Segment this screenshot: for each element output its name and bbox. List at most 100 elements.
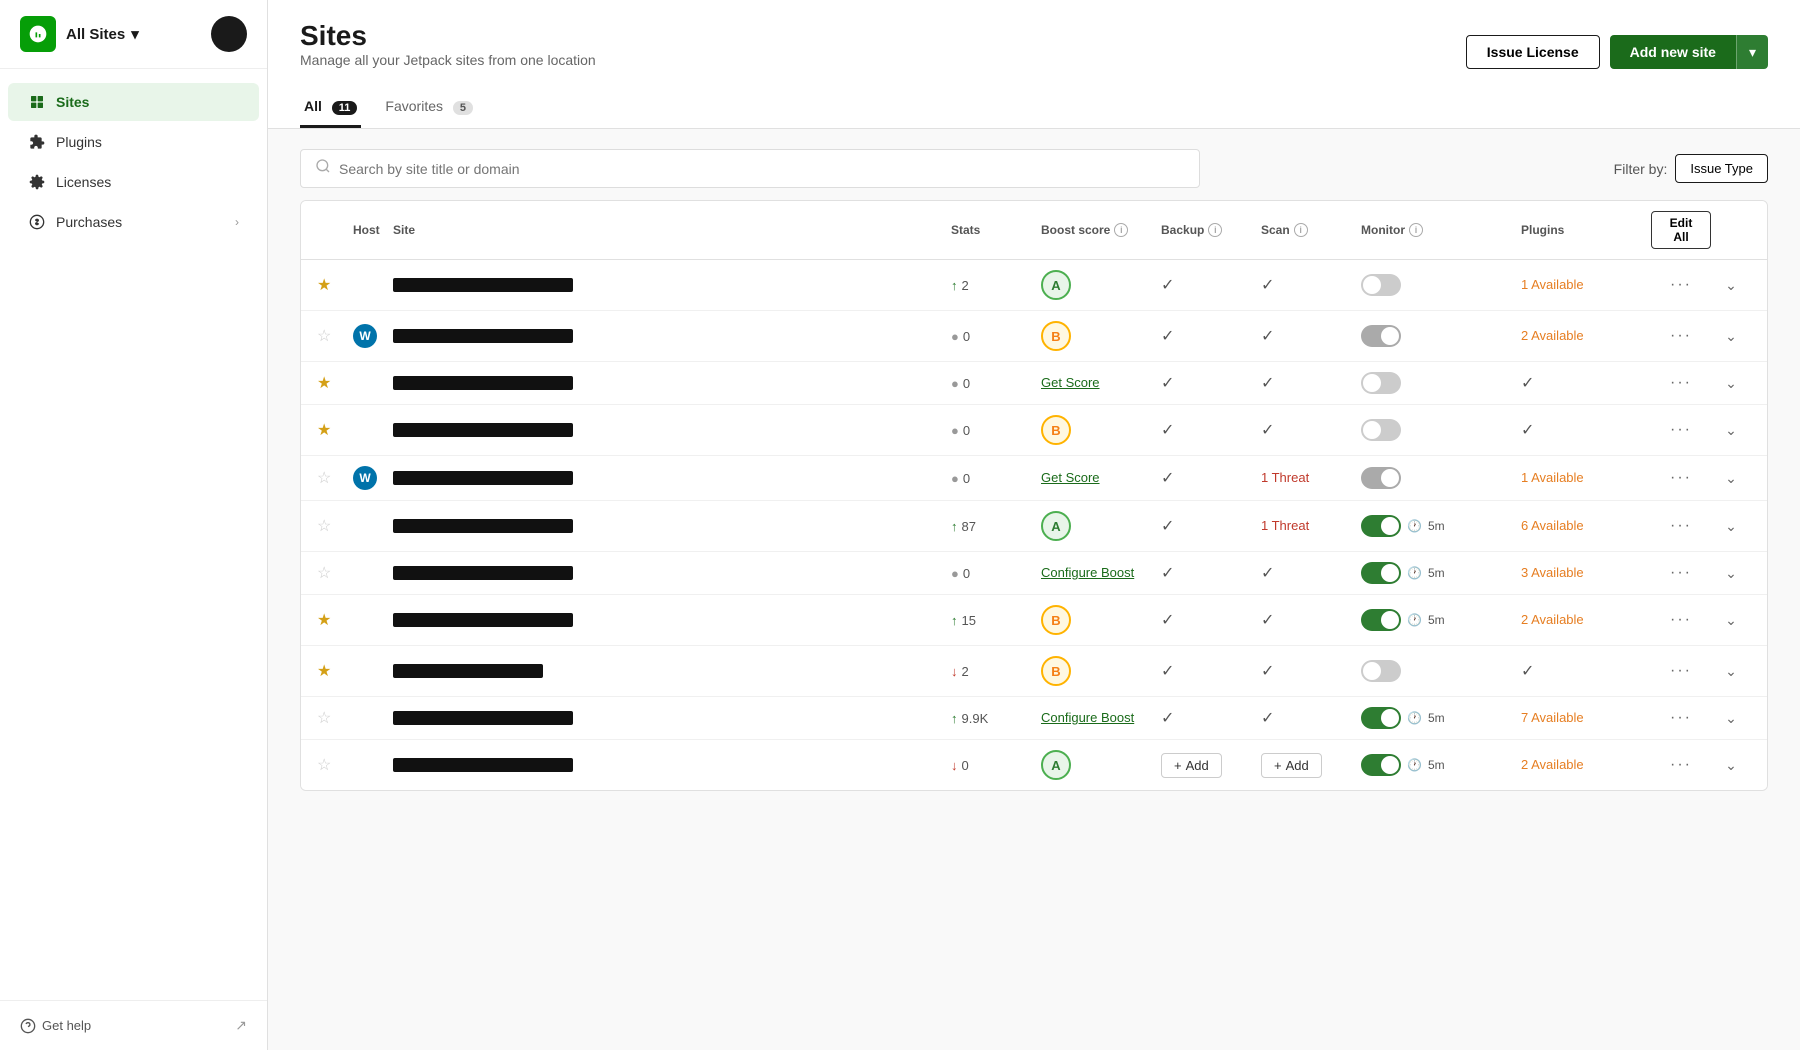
plugins-available-9[interactable]: 7 Available — [1521, 710, 1584, 725]
expand-button-9[interactable]: ⌄ — [1711, 710, 1751, 727]
plugins-available-0[interactable]: 1 Available — [1521, 277, 1584, 292]
star-icon-1[interactable]: ☆ — [317, 326, 353, 346]
site-selector-button[interactable]: All Sites ▾ — [66, 25, 139, 43]
more-button-0[interactable]: ··· — [1651, 276, 1711, 294]
more-button-9[interactable]: ··· — [1651, 709, 1711, 727]
expand-button-4[interactable]: ⌄ — [1711, 470, 1751, 487]
plugins-available-4[interactable]: 1 Available — [1521, 470, 1584, 485]
plugins-available-6[interactable]: 3 Available — [1521, 565, 1584, 580]
monitor-toggle-10[interactable] — [1361, 754, 1401, 776]
star-icon-9[interactable]: ☆ — [317, 708, 353, 728]
star-icon-10[interactable]: ☆ — [317, 755, 353, 775]
monitor-toggle-3[interactable] — [1361, 419, 1401, 441]
issue-license-button[interactable]: Issue License — [1466, 35, 1600, 69]
title-area: Sites Manage all your Jetpack sites from… — [300, 20, 596, 84]
monitor-toggle-9[interactable] — [1361, 707, 1401, 729]
star-icon-3[interactable]: ★ — [317, 420, 353, 440]
monitor-toggle-8[interactable] — [1361, 660, 1401, 682]
boost-link-6[interactable]: Configure Boost — [1041, 565, 1134, 580]
boost-0: A — [1041, 270, 1161, 300]
star-icon-6[interactable]: ☆ — [317, 563, 353, 583]
more-button-4[interactable]: ··· — [1651, 469, 1711, 487]
more-button-10[interactable]: ··· — [1651, 756, 1711, 774]
expand-button-7[interactable]: ⌄ — [1711, 612, 1751, 629]
sidebar-item-licenses[interactable]: Licenses — [8, 163, 259, 201]
monitor-1 — [1361, 325, 1521, 347]
scan-threat-4[interactable]: 1 Threat — [1261, 470, 1309, 485]
stats-1: ●0 — [951, 329, 1041, 344]
monitor-toggle-6[interactable] — [1361, 562, 1401, 584]
boost-1: B — [1041, 321, 1161, 351]
expand-button-6[interactable]: ⌄ — [1711, 565, 1751, 582]
edit-all-button[interactable]: Edit All — [1651, 211, 1711, 249]
filter-button[interactable]: Issue Type — [1675, 154, 1768, 183]
backup-info-icon[interactable]: i — [1208, 223, 1222, 237]
main-header: Sites Manage all your Jetpack sites from… — [268, 0, 1800, 129]
stat-dot-4: ● — [951, 471, 959, 486]
plugins-available-5[interactable]: 6 Available — [1521, 518, 1584, 533]
monitor-time-6: 5m — [1428, 566, 1445, 580]
site-name-3 — [393, 423, 573, 437]
star-icon-5[interactable]: ☆ — [317, 516, 353, 536]
stats-2: ●0 — [951, 376, 1041, 391]
boost-info-icon[interactable]: i — [1114, 223, 1128, 237]
monitor-info-icon[interactable]: i — [1409, 223, 1423, 237]
expand-button-1[interactable]: ⌄ — [1711, 328, 1751, 345]
star-icon-4[interactable]: ☆ — [317, 468, 353, 488]
more-button-8[interactable]: ··· — [1651, 662, 1711, 680]
monitor-2 — [1361, 372, 1521, 394]
add-site-group: Add new site ▾ — [1610, 35, 1768, 69]
get-help-link[interactable]: Get help — [20, 1018, 227, 1034]
expand-button-0[interactable]: ⌄ — [1711, 277, 1751, 294]
star-icon-2[interactable]: ★ — [317, 373, 353, 393]
plugins-available-7[interactable]: 2 Available — [1521, 612, 1584, 627]
expand-button-2[interactable]: ⌄ — [1711, 375, 1751, 392]
boost-link-4[interactable]: Get Score — [1041, 470, 1100, 485]
star-icon-7[interactable]: ★ — [317, 610, 353, 630]
external-link-icon[interactable]: ↗ — [235, 1017, 247, 1034]
scan-info-icon[interactable]: i — [1294, 223, 1308, 237]
backup-add-button-10[interactable]: + Add — [1161, 753, 1222, 778]
sidebar-item-purchases[interactable]: Purchases › — [8, 203, 259, 241]
more-button-2[interactable]: ··· — [1651, 374, 1711, 392]
th-host: Host — [353, 223, 393, 237]
sidebar-item-label-purchases: Purchases — [56, 214, 225, 230]
monitor-toggle-0[interactable] — [1361, 274, 1401, 296]
monitor-toggle-7[interactable] — [1361, 609, 1401, 631]
search-input[interactable] — [339, 161, 1185, 177]
tab-favorites[interactable]: Favorites 5 — [381, 88, 477, 128]
more-button-3[interactable]: ··· — [1651, 421, 1711, 439]
monitor-toggle-2[interactable] — [1361, 372, 1401, 394]
scan-check-8: ✓ — [1261, 663, 1274, 680]
boost-link-2[interactable]: Get Score — [1041, 375, 1100, 390]
stats-8: ↓2 — [951, 664, 1041, 679]
backup-check-9: ✓ — [1161, 710, 1174, 727]
monitor-toggle-5[interactable] — [1361, 515, 1401, 537]
star-icon-0[interactable]: ★ — [317, 275, 353, 295]
more-button-7[interactable]: ··· — [1651, 611, 1711, 629]
tab-all-label: All — [304, 98, 322, 114]
more-button-1[interactable]: ··· — [1651, 327, 1711, 345]
plugins-available-1[interactable]: 2 Available — [1521, 328, 1584, 343]
more-button-5[interactable]: ··· — [1651, 517, 1711, 535]
expand-button-3[interactable]: ⌄ — [1711, 422, 1751, 439]
add-new-site-button[interactable]: Add new site — [1610, 35, 1736, 69]
monitor-toggle-1[interactable] — [1361, 325, 1401, 347]
monitor-toggle-4[interactable] — [1361, 467, 1401, 489]
scan-threat-5[interactable]: 1 Threat — [1261, 518, 1309, 533]
expand-button-10[interactable]: ⌄ — [1711, 757, 1751, 774]
help-icon — [20, 1018, 36, 1034]
scan-add-button-10[interactable]: + Add — [1261, 753, 1322, 778]
site-name-4 — [393, 471, 573, 485]
expand-button-5[interactable]: ⌄ — [1711, 518, 1751, 535]
plugins-available-10[interactable]: 2 Available — [1521, 757, 1584, 772]
more-button-6[interactable]: ··· — [1651, 564, 1711, 582]
star-icon-8[interactable]: ★ — [317, 661, 353, 681]
gear-icon — [28, 173, 46, 191]
expand-button-8[interactable]: ⌄ — [1711, 663, 1751, 680]
add-new-site-dropdown-button[interactable]: ▾ — [1736, 35, 1768, 69]
sidebar-item-sites[interactable]: Sites — [8, 83, 259, 121]
tab-all[interactable]: All 11 — [300, 88, 361, 128]
sidebar-item-plugins[interactable]: Plugins — [8, 123, 259, 161]
boost-link-9[interactable]: Configure Boost — [1041, 710, 1134, 725]
